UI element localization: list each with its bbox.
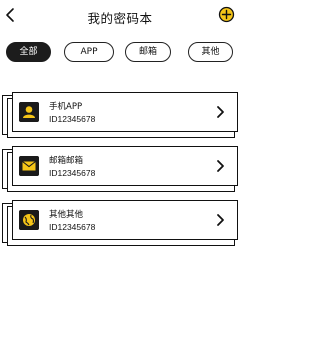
entry-card[interactable]: 其他其他 ID12345678 (12, 200, 238, 240)
entry-name: 邮箱邮箱 (49, 156, 84, 166)
entry-card[interactable]: 邮箱邮箱 ID12345678 (12, 146, 238, 186)
envelope-icon (19, 156, 39, 176)
chevron-right-icon (217, 106, 224, 118)
entry-card[interactable]: 手机APP ID12345678 (12, 92, 238, 132)
entry-name: 手机APP (49, 102, 83, 112)
page-title: 我的密码本 (87, 11, 153, 26)
entry-id: ID12345678 (49, 168, 96, 178)
user-icon (19, 102, 39, 122)
list-item[interactable]: 邮箱邮箱 ID12345678 (0, 144, 240, 194)
header-bar: 我的密码本 (0, 0, 240, 32)
plus-circle-icon[interactable] (218, 6, 235, 23)
entry-id: ID12345678 (49, 222, 96, 232)
category-tabs: 全部 APP 邮箱 其他 (0, 42, 240, 62)
tab-app[interactable]: APP (64, 42, 114, 62)
tab-all[interactable]: 全部 (6, 42, 51, 62)
entry-id: ID12345678 (49, 114, 96, 124)
entry-name: 其他其他 (49, 210, 84, 220)
chevron-right-icon (217, 214, 224, 226)
globe-icon (19, 210, 39, 230)
chevron-right-icon (217, 160, 224, 172)
list-item[interactable]: 其他其他 ID12345678 (0, 198, 240, 248)
tab-other[interactable]: 其他 (188, 42, 233, 62)
list-item[interactable]: 手机APP ID12345678 (0, 90, 240, 140)
tab-email[interactable]: 邮箱 (125, 42, 171, 62)
